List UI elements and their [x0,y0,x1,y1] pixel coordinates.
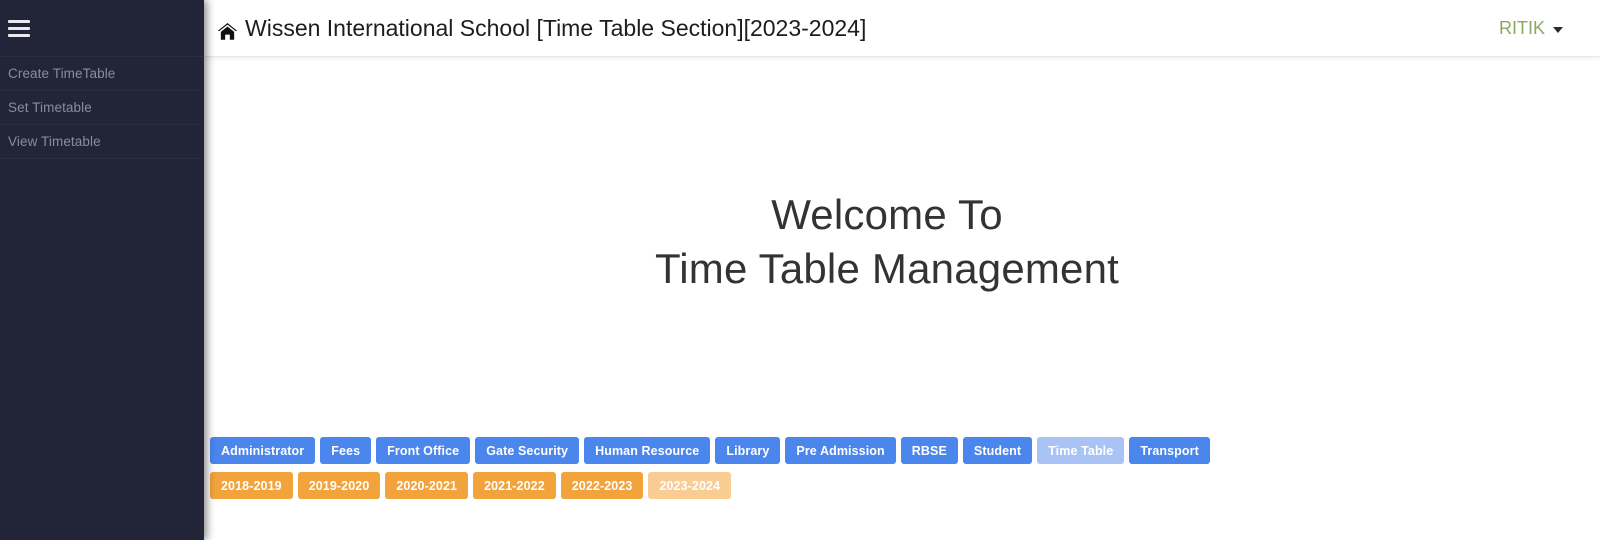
main-content: Welcome To Time Table Management Adminis… [204,57,1600,540]
module-button-library[interactable]: Library [715,437,781,464]
module-button-rbse[interactable]: RBSE [900,437,958,464]
session-button-2022-2023[interactable]: 2022-2023 [560,472,644,499]
module-button-fees[interactable]: Fees [320,437,372,464]
footer-button-area: Administrator Fees Front Office Gate Sec… [206,437,1600,499]
module-button-front-office[interactable]: Front Office [376,437,471,464]
sidebar-brand-bar [0,0,204,57]
sidebar: Create TimeTable Set Timetable View Time… [0,0,204,540]
sidebar-item-view-timetable[interactable]: View Timetable [0,125,204,159]
sidebar-item-label: Create TimeTable [8,66,116,81]
session-button-2023-2024[interactable]: 2023-2024 [648,472,732,499]
session-button-row: 2018-2019 2019-2020 2020-2021 2021-2022 … [206,472,1600,499]
home-icon [217,20,238,40]
sidebar-item-label: View Timetable [8,134,101,149]
module-button-transport[interactable]: Transport [1129,437,1210,464]
page-title-text: Wissen International School [Time Table … [245,14,867,41]
session-button-2020-2021[interactable]: 2020-2021 [385,472,469,499]
sidebar-item-label: Set Timetable [8,100,92,115]
sidebar-menu: Create TimeTable Set Timetable View Time… [0,57,204,159]
module-button-pre-admission[interactable]: Pre Admission [785,437,896,464]
top-header: Wissen International School [Time Table … [204,0,1600,57]
caret-down-icon [1553,27,1563,33]
session-button-2018-2019[interactable]: 2018-2019 [210,472,293,499]
sidebar-item-create-timetable[interactable]: Create TimeTable [0,57,204,91]
welcome-heading: Welcome To Time Table Management [204,188,1570,296]
session-button-2019-2020[interactable]: 2019-2020 [297,472,381,499]
module-button-human-resource[interactable]: Human Resource [584,437,711,464]
welcome-line-1: Welcome To [771,191,1003,238]
module-button-time-table[interactable]: Time Table [1037,437,1125,464]
module-button-student[interactable]: Student [962,437,1033,464]
sidebar-item-set-timetable[interactable]: Set Timetable [0,91,204,125]
user-menu-button[interactable]: RITIK [1485,11,1577,46]
module-button-administrator[interactable]: Administrator [210,437,316,464]
module-button-row: Administrator Fees Front Office Gate Sec… [206,437,1600,464]
session-button-2021-2022[interactable]: 2021-2022 [473,472,556,499]
welcome-line-2: Time Table Management [654,245,1120,292]
page-title: Wissen International School [Time Table … [217,15,866,42]
module-button-gate-security[interactable]: Gate Security [475,437,580,464]
user-name-label: RITIK [1498,17,1545,38]
hamburger-icon[interactable] [8,19,30,37]
app-root: Create TimeTable Set Timetable View Time… [0,0,1600,540]
